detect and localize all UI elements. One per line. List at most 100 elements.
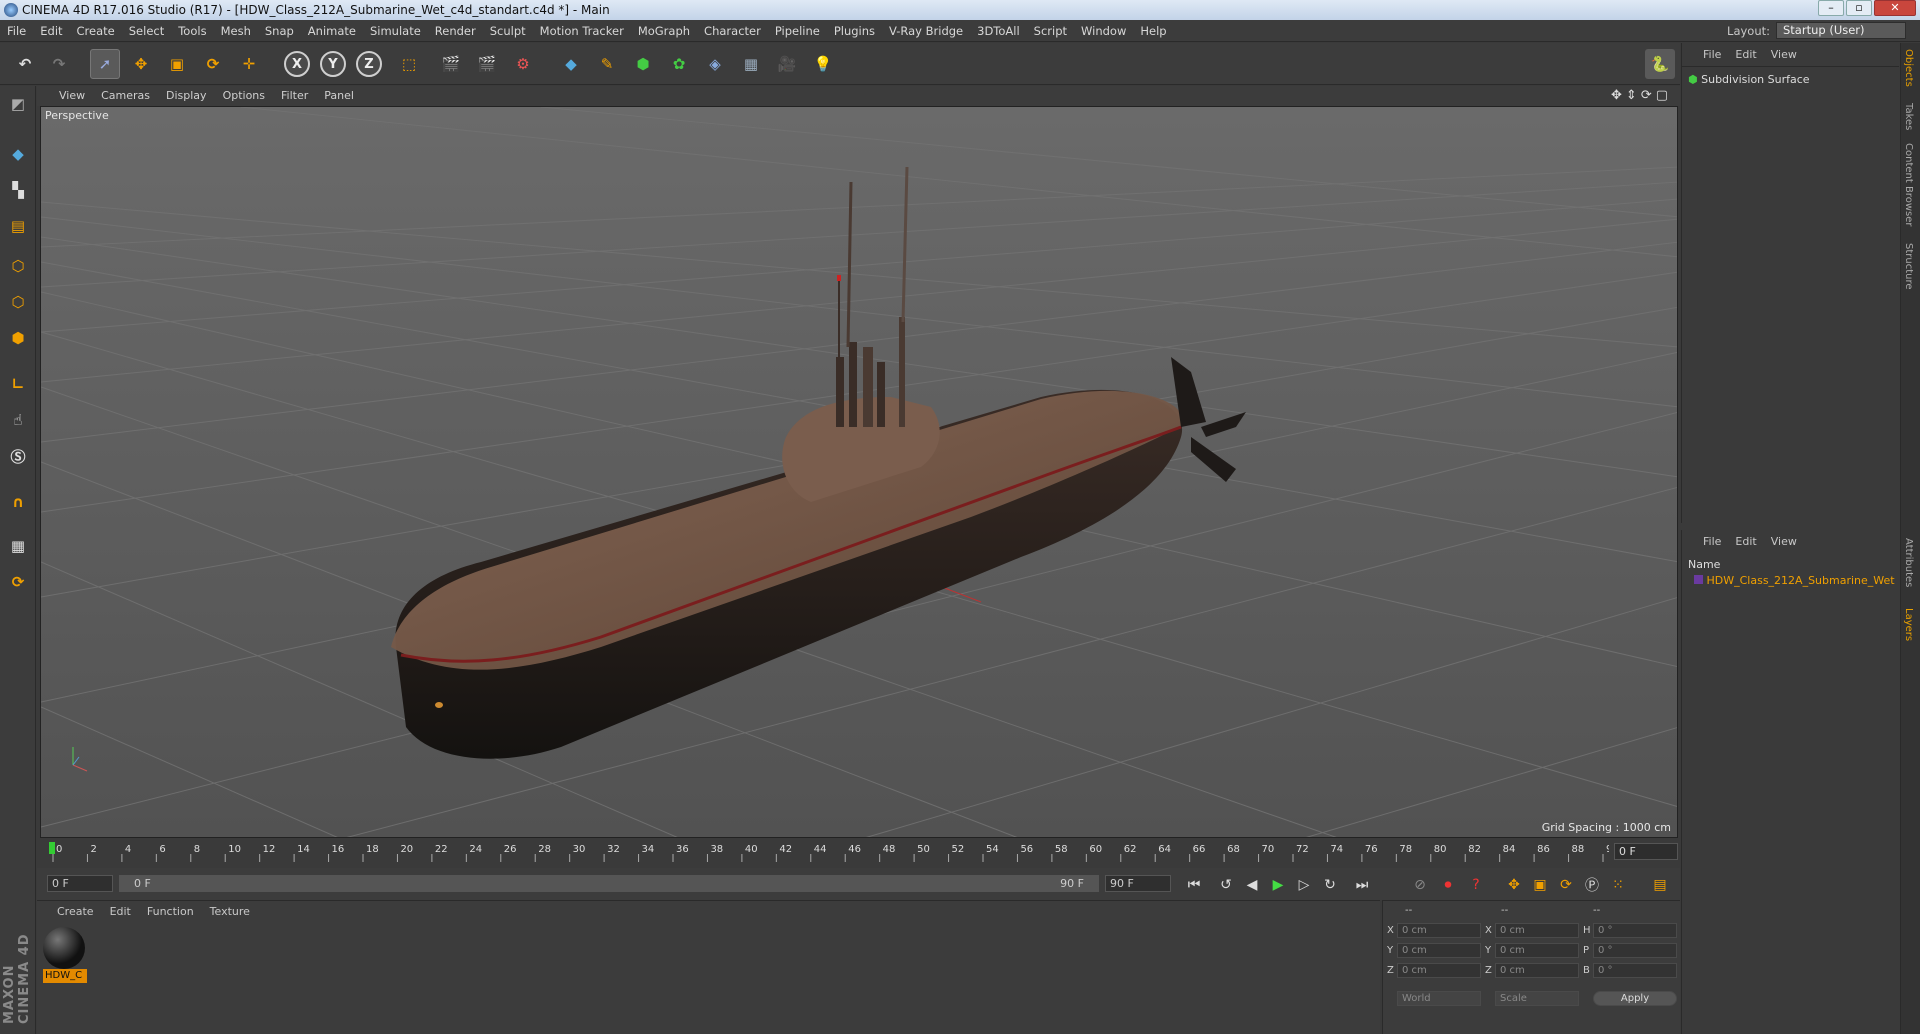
viewport-menu-cameras[interactable]: Cameras (93, 86, 158, 106)
position-y-field[interactable]: 0 cm (1397, 943, 1481, 958)
menu-render[interactable]: Render (428, 20, 483, 42)
points-mode-icon[interactable]: ⬡ (4, 252, 32, 280)
layer-row[interactable]: HDW_Class_212A_Submarine_Wet (1694, 574, 1895, 587)
rotation-h-field[interactable]: 0 ° (1593, 923, 1677, 938)
render-view-icon[interactable]: 🎬 (436, 49, 466, 79)
coord-type-dropdown[interactable]: Scale (1495, 991, 1579, 1006)
record-keys-icon[interactable]: ⊘ (1409, 874, 1431, 896)
previous-frame-icon[interactable]: ◀ (1241, 874, 1263, 896)
tab-objects[interactable]: Objects (1903, 49, 1914, 87)
menu-character[interactable]: Character (697, 20, 768, 42)
last-tool-icon[interactable]: ✛ (234, 49, 264, 79)
material-menu-texture[interactable]: Texture (202, 901, 258, 923)
menu-snap[interactable]: Snap (258, 20, 301, 42)
go-to-end-icon[interactable]: ⏭ (1351, 874, 1373, 896)
rotation-b-field[interactable]: 0 ° (1593, 963, 1677, 978)
menu-mesh[interactable]: Mesh (214, 20, 258, 42)
x-axis-lock-button[interactable]: X (284, 51, 310, 77)
lock-workplane-icon[interactable]: ▦ (4, 532, 32, 560)
menu-script[interactable]: Script (1027, 20, 1074, 42)
edges-mode-icon[interactable]: ⬡ (4, 288, 32, 316)
viewport-menu-options[interactable]: Options (215, 86, 273, 106)
next-key-icon[interactable]: ↻ (1319, 874, 1341, 896)
menu-pipeline[interactable]: Pipeline (768, 20, 827, 42)
menu-edit[interactable]: Edit (33, 20, 69, 42)
menu-select[interactable]: Select (122, 20, 171, 42)
menu-animate[interactable]: Animate (301, 20, 363, 42)
viewport-menu-panel[interactable]: Panel (316, 86, 362, 106)
timeline-ruler[interactable]: 0 2 4 6 8 10 12 14 16 18 20 22 24 26 28 30 32 34 36 38 40 42 4… (37, 839, 1680, 867)
current-frame-field[interactable]: 0 F (1614, 843, 1678, 860)
coordinate-system-icon[interactable]: ⬚ (394, 49, 424, 79)
z-axis-lock-button[interactable]: Z (356, 51, 382, 77)
object-menu-view[interactable]: View (1764, 43, 1804, 67)
menu-tools[interactable]: Tools (171, 20, 213, 42)
y-axis-lock-button[interactable]: Y (320, 51, 346, 77)
camera-icon[interactable]: 🎥 (772, 49, 802, 79)
menu-file[interactable]: File (0, 20, 33, 42)
subdivision-surface-icon[interactable]: ⬢ (628, 49, 658, 79)
keyframe-selection-icon[interactable]: ? (1465, 874, 1487, 896)
layer-menu-view[interactable]: View (1764, 530, 1804, 554)
axis-mode-icon[interactable]: ∟ (4, 370, 32, 398)
layout-dropdown[interactable]: Startup (User) (1776, 22, 1906, 39)
move-tool-icon[interactable]: ✥ (126, 49, 156, 79)
scale-tool-icon[interactable]: ▣ (162, 49, 192, 79)
object-row[interactable]: ⬢ Subdivision Surface (1688, 73, 1810, 86)
light-icon[interactable]: 💡 (808, 49, 838, 79)
tweak-mode-icon[interactable]: ☝ (4, 406, 32, 434)
size-y-field[interactable]: 0 cm (1495, 943, 1579, 958)
timeline-playhead[interactable] (49, 842, 55, 854)
render-to-picture-viewer-icon[interactable]: 🎬 (472, 49, 502, 79)
undo-icon[interactable]: ↶ (10, 49, 40, 79)
viewport-navigation-icons[interactable]: ✥⇕⟳▢ (1611, 88, 1672, 103)
snap-icon[interactable]: Ⓢ (4, 442, 32, 470)
pen-spline-icon[interactable]: ✎ (592, 49, 622, 79)
viewport-menu-display[interactable]: Display (158, 86, 215, 106)
redo-icon[interactable]: ↷ (44, 49, 74, 79)
previous-key-icon[interactable]: ↺ (1215, 874, 1237, 896)
close-button[interactable]: ✕ (1874, 0, 1916, 16)
python-icon[interactable]: 🐍 (1645, 49, 1675, 79)
minimize-button[interactable]: – (1818, 0, 1844, 16)
maximize-button[interactable]: ▫ (1846, 0, 1872, 16)
cloner-icon[interactable]: ✿ (664, 49, 694, 79)
deformer-icon[interactable]: ◈ (700, 49, 730, 79)
play-icon[interactable]: ▶ (1267, 874, 1289, 896)
perspective-viewport[interactable]: Perspective Grid Spacing : 1000 cm (40, 106, 1678, 838)
timeline-window-icon[interactable]: ▤ (1649, 874, 1671, 896)
menu-plugins[interactable]: Plugins (827, 20, 882, 42)
menu-create[interactable]: Create (70, 20, 122, 42)
material-menu-function[interactable]: Function (139, 901, 202, 923)
size-z-field[interactable]: 0 cm (1495, 963, 1579, 978)
object-menu-file[interactable]: File (1696, 43, 1728, 67)
cube-object-icon[interactable]: ◆ (556, 49, 586, 79)
tab-attributes[interactable]: Attributes (1903, 538, 1914, 587)
layer-menu-edit[interactable]: Edit (1728, 530, 1763, 554)
next-frame-icon[interactable]: ▷ (1293, 874, 1315, 896)
rotate-tool-icon[interactable]: ⟳ (198, 49, 228, 79)
layer-menu-file[interactable]: File (1696, 530, 1728, 554)
menu-help[interactable]: Help (1133, 20, 1173, 42)
tab-takes[interactable]: Takes (1903, 103, 1914, 130)
key-pla-icon[interactable]: ⁙ (1607, 874, 1629, 896)
frame-range-slider[interactable]: 0 F 90 F (119, 875, 1099, 892)
workplane-mode-icon[interactable]: ▤ (4, 212, 32, 240)
position-x-field[interactable]: 0 cm (1397, 923, 1481, 938)
menu-sculpt[interactable]: Sculpt (483, 20, 533, 42)
tab-structure[interactable]: Structure (1903, 243, 1914, 290)
floor-icon[interactable]: ▦ (736, 49, 766, 79)
menu-window[interactable]: Window (1074, 20, 1133, 42)
viewport-menu-filter[interactable]: Filter (273, 86, 316, 106)
apply-button[interactable]: Apply (1593, 991, 1677, 1006)
polygons-mode-icon[interactable]: ⬢ (4, 324, 32, 352)
material-menu-create[interactable]: Create (49, 901, 102, 923)
key-position-icon[interactable]: ✥ (1503, 874, 1525, 896)
model-mode-icon[interactable]: ◆ (4, 140, 32, 168)
size-x-field[interactable]: 0 cm (1495, 923, 1579, 938)
position-z-field[interactable]: 0 cm (1397, 963, 1481, 978)
magnet-icon[interactable]: ∩ (4, 488, 32, 516)
key-scale-icon[interactable]: ▣ (1529, 874, 1551, 896)
menu-vray-bridge[interactable]: V-Ray Bridge (882, 20, 970, 42)
menu-simulate[interactable]: Simulate (363, 20, 428, 42)
